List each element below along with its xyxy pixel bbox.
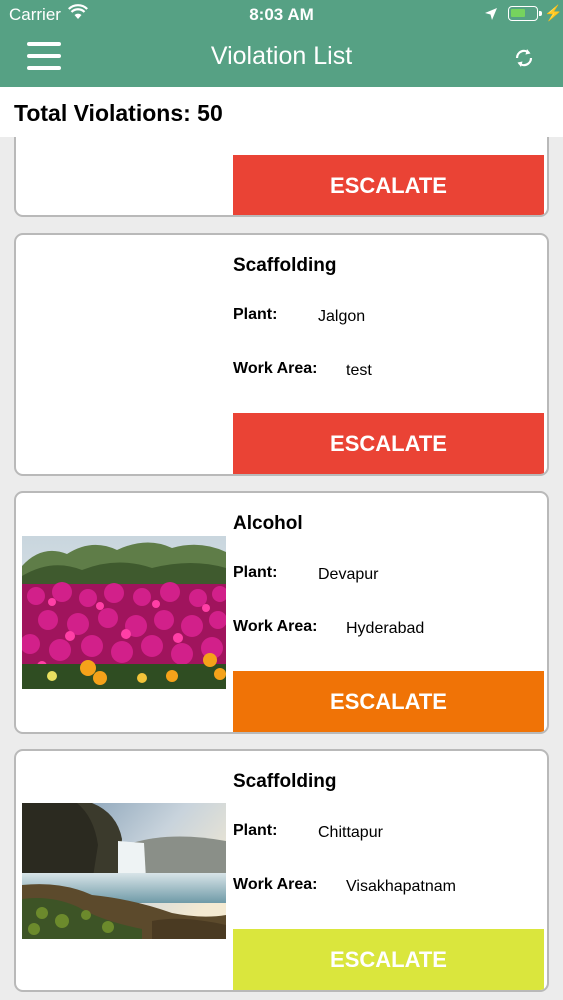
work-area-label: Work Area: <box>233 876 318 893</box>
work-area-label: Work Area: <box>233 618 318 635</box>
escalate-button[interactable]: ESCALATE <box>233 155 544 215</box>
work-area-value: Hyderabad <box>346 620 425 637</box>
charging-bolt-icon: ⚡ <box>544 5 563 22</box>
total-violations-bar: Total Violations: 50 <box>0 87 563 137</box>
violation-card[interactable]: ESCALATE <box>14 137 549 217</box>
violation-card[interactable]: Scaffolding Plant: Chittapur Work Area: … <box>14 749 549 992</box>
violation-type: Alcohol <box>233 513 303 534</box>
plant-label: Plant: <box>233 564 278 581</box>
total-violations-text: Total Violations: 50 <box>14 100 223 126</box>
violation-list[interactable]: ESCALATE Scaffolding Plant: Jalgon Work … <box>0 137 563 1000</box>
battery-icon <box>508 6 542 21</box>
plant-value: Chittapur <box>318 824 383 841</box>
app-header: Carrier 8:03 AM ⚡ Violation List <box>0 0 563 87</box>
work-area-value: test <box>346 362 372 379</box>
escalate-button[interactable]: ESCALATE <box>233 671 544 732</box>
work-area-label: Work Area: <box>233 360 318 377</box>
page-title: Violation List <box>210 42 353 70</box>
work-area-value: Visakhapatnam <box>346 878 456 895</box>
plant-label: Plant: <box>233 822 278 839</box>
location-arrow-icon <box>484 6 498 26</box>
violation-type: Scaffolding <box>233 771 337 792</box>
plant-label: Plant: <box>233 306 278 323</box>
violation-card[interactable]: Alcohol Plant: Devapur Work Area: Hydera… <box>14 491 549 734</box>
plant-value: Devapur <box>318 566 379 583</box>
status-bar: Carrier 8:03 AM ⚡ <box>0 0 563 30</box>
escalate-button[interactable]: ESCALATE <box>233 413 544 474</box>
escalate-button[interactable]: ESCALATE <box>233 929 544 990</box>
violation-photo-waterfall <box>22 803 226 939</box>
status-time: 8:03 AM <box>249 5 314 24</box>
violation-photo-flowers <box>22 536 226 689</box>
plant-value: Jalgon <box>318 308 366 325</box>
violation-type: Scaffolding <box>233 255 337 276</box>
refresh-icon[interactable] <box>512 46 536 70</box>
violation-card[interactable]: Scaffolding Plant: Jalgon Work Area: tes… <box>14 233 549 476</box>
